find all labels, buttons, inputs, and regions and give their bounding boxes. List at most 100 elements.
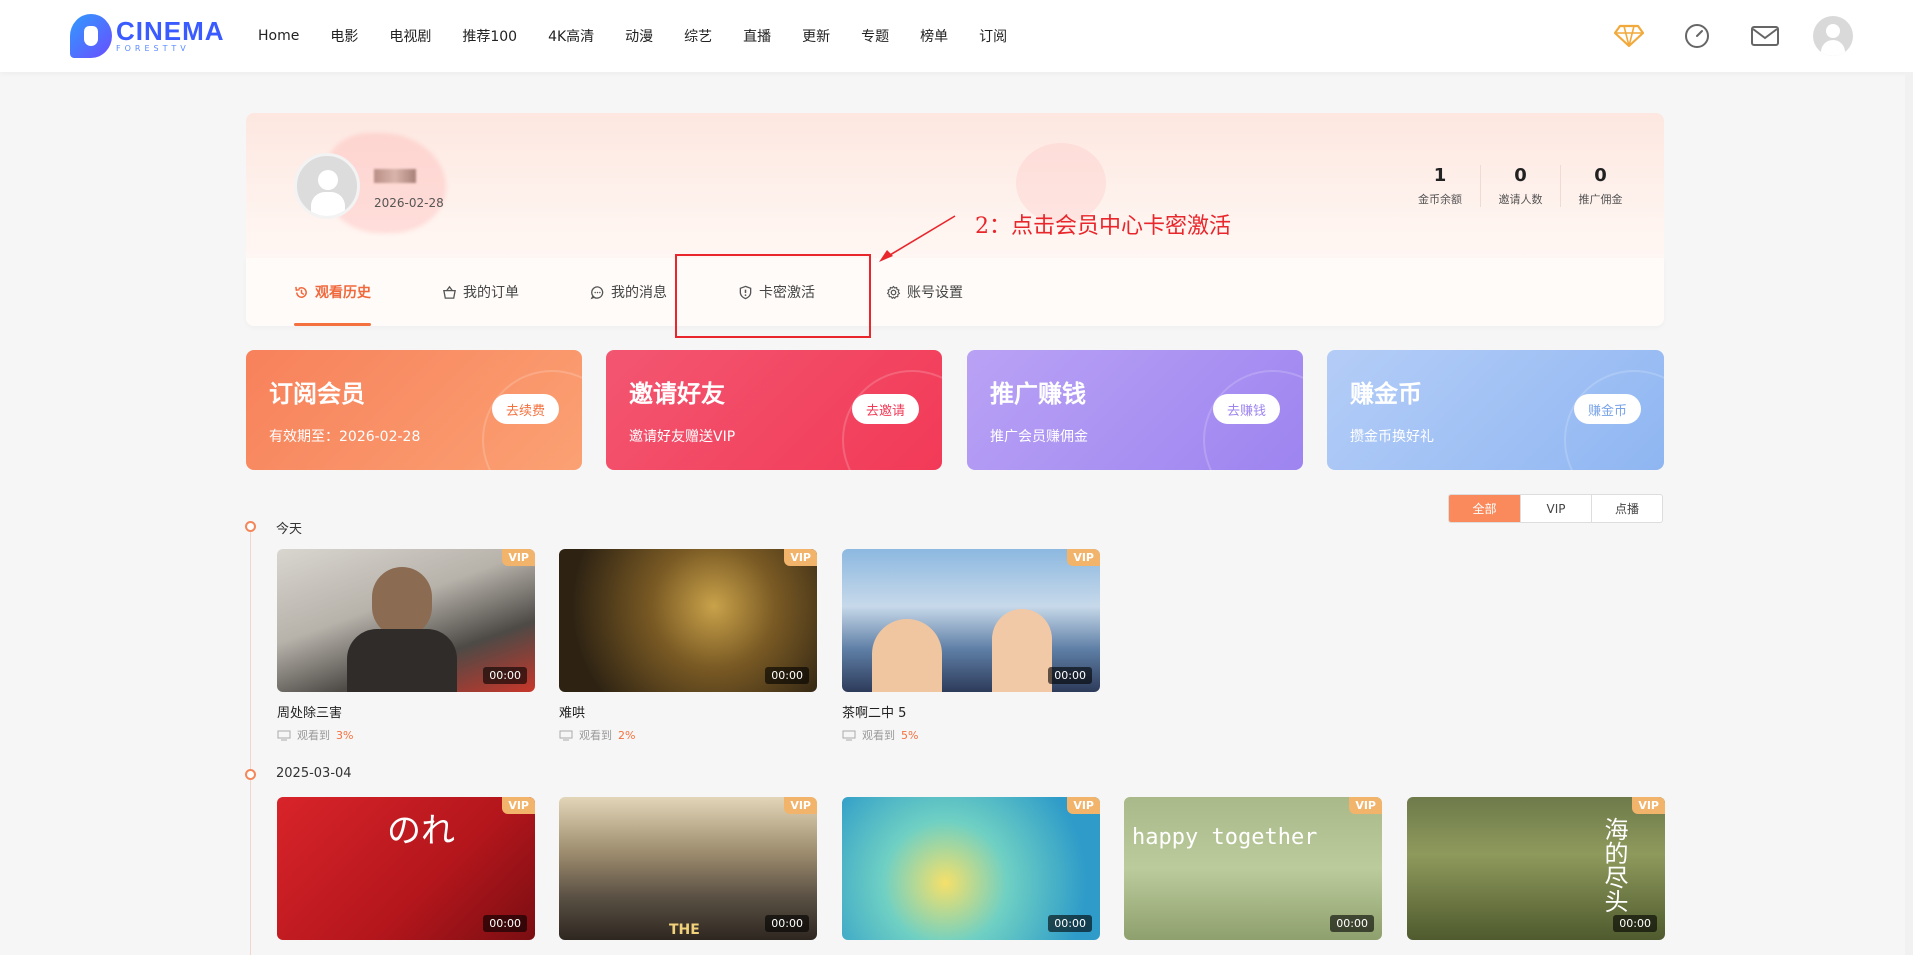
promo-invite[interactable]: 邀请好友 邀请好友赠送VIP 去邀请 [606,350,942,470]
site-logo[interactable]: CINEMA FORESTTV [70,14,225,58]
profile-date: 2026-02-28 [374,196,444,210]
main-nav: Home 电影 电视剧 推荐100 4K高清 动漫 综艺 直播 更新 专题 榜单… [258,0,1038,72]
top-header: CINEMA FORESTTV Home 电影 电视剧 推荐100 4K高清 动… [0,0,1913,72]
invite-button[interactable]: 去邀请 [851,394,919,424]
history-date-2025-03-04: 2025-03-04 [276,766,352,781]
history-card[interactable]: VIP 00:00 [842,797,1100,940]
timeline-line [250,528,251,955]
history-card[interactable]: VIP 00:00 难哄 观看到 2% [559,549,817,743]
vip-badge: VIP [1349,797,1382,814]
annotation-arrow-icon [879,215,956,262]
poster-text: happy together [1132,825,1318,850]
stat-commission[interactable]: 0 推广佣金 [1560,165,1640,207]
message-icon [590,285,605,300]
watch-progress: 2% [618,728,636,742]
duration-label: 00:00 [483,667,527,684]
vip-badge: VIP [502,549,535,566]
nav-4k[interactable]: 4K高清 [548,26,594,46]
mail-icon[interactable] [1745,16,1785,56]
logo-mark-icon [70,14,112,58]
promo-subscribe[interactable]: 订阅会员 有效期至：2026-02-28 去续费 [246,350,582,470]
monitor-icon [559,730,573,740]
page-scrollbar[interactable] [1905,72,1913,955]
nav-variety[interactable]: 综艺 [684,26,712,46]
monitor-icon [842,730,856,740]
video-thumbnail[interactable]: THE VIP 00:00 [559,797,817,940]
history-card[interactable]: THE VIP 00:00 [559,797,817,940]
promo-earn-coins[interactable]: 赚金币 攒金币换好礼 赚金币 [1327,350,1664,470]
stat-coin-balance[interactable]: 1 金币余额 [1400,165,1480,207]
profile-avatar[interactable] [294,153,360,219]
nav-live[interactable]: 直播 [743,26,771,46]
nav-subscribe[interactable]: 订阅 [979,26,1007,46]
filter-on-demand[interactable]: 点播 [1591,495,1662,522]
monitor-icon [277,730,291,740]
vip-badge: VIP [784,549,817,566]
gear-icon [886,285,901,300]
history-card[interactable]: happy together VIP 00:00 [1124,797,1382,940]
duration-label: 00:00 [483,915,527,932]
video-thumbnail[interactable]: VIP 00:00 [842,549,1100,692]
member-tabs: 观看历史 我的订单 我的消息 卡密激活 账号设置 [246,258,1664,326]
annotation-text: 2：点击会员中心卡密激活 [975,214,1231,239]
basket-icon [442,285,457,300]
duration-label: 00:00 [765,915,809,932]
vip-badge: VIP [1067,549,1100,566]
tab-account-settings[interactable]: 账号设置 [886,258,963,326]
renew-button[interactable]: 去续费 [491,394,559,424]
history-card[interactable]: 海的尽头 VIP 00:00 [1407,797,1665,940]
tab-my-orders[interactable]: 我的订单 [442,258,519,326]
stat-invites[interactable]: 0 邀请人数 [1480,165,1560,207]
nav-movies[interactable]: 电影 [330,26,358,46]
duration-label: 00:00 [1330,915,1374,932]
history-icon [294,285,309,300]
history-card[interactable]: のれ VIP 00:00 [277,797,535,940]
tab-my-messages[interactable]: 我的消息 [590,258,667,326]
filter-vip[interactable]: VIP [1520,495,1591,522]
nav-anime[interactable]: 动漫 [625,26,653,46]
video-thumbnail[interactable]: VIP 00:00 [842,797,1100,940]
tab-watch-history[interactable]: 观看历史 [294,258,371,326]
nav-updates[interactable]: 更新 [802,26,830,46]
poster-text: のれ [387,811,455,851]
video-title[interactable]: 茶啊二中 5 [842,702,1100,721]
history-filter: 全部 VIP 点播 [1448,494,1663,523]
vip-diamond-icon[interactable] [1609,16,1649,56]
timeline-dot [245,521,256,532]
video-thumbnail[interactable]: VIP 00:00 [277,549,535,692]
video-thumbnail[interactable]: のれ VIP 00:00 [277,797,535,940]
earn-coins-button[interactable]: 赚金币 [1573,394,1641,424]
duration-label: 00:00 [1048,667,1092,684]
user-avatar-icon [1813,16,1853,56]
video-thumbnail[interactable]: happy together VIP 00:00 [1124,797,1382,940]
watch-progress: 3% [336,728,354,742]
video-thumbnail[interactable]: VIP 00:00 [559,549,817,692]
poster-text: 海的尽头 [1600,817,1628,913]
vip-badge: VIP [784,797,817,814]
profile-stats: 1 金币余额 0 邀请人数 0 推广佣金 [1400,165,1640,207]
earn-money-button[interactable]: 去赚钱 [1212,394,1280,424]
timeline-dot [245,769,256,780]
history-card[interactable]: VIP 00:00 周处除三害 观看到 3% [277,549,535,743]
duration-label: 00:00 [1613,915,1657,932]
profile-username-blurred [374,169,416,183]
video-thumbnail[interactable]: 海的尽头 VIP 00:00 [1407,797,1665,940]
nav-rankings[interactable]: 榜单 [920,26,948,46]
user-avatar[interactable] [1813,16,1853,56]
nav-topics[interactable]: 专题 [861,26,889,46]
duration-label: 00:00 [1048,915,1092,932]
video-title[interactable]: 难哄 [559,702,817,721]
watch-progress: 5% [901,728,919,742]
annotation-highlight-box [675,254,871,338]
video-title[interactable]: 周处除三害 [277,702,535,721]
history-date-today: 今天 [276,522,303,537]
vip-badge: VIP [502,797,535,814]
promo-earn-money[interactable]: 推广赚钱 推广会员赚佣金 去赚钱 [967,350,1303,470]
nav-top100[interactable]: 推荐100 [462,26,517,46]
history-card[interactable]: VIP 00:00 茶啊二中 5 观看到 5% [842,549,1100,743]
filter-all[interactable]: 全部 [1449,495,1520,522]
history-clock-icon[interactable] [1677,16,1717,56]
nav-home[interactable]: Home [258,28,299,44]
poster-text: THE [669,922,700,938]
nav-tv[interactable]: 电视剧 [389,26,431,46]
